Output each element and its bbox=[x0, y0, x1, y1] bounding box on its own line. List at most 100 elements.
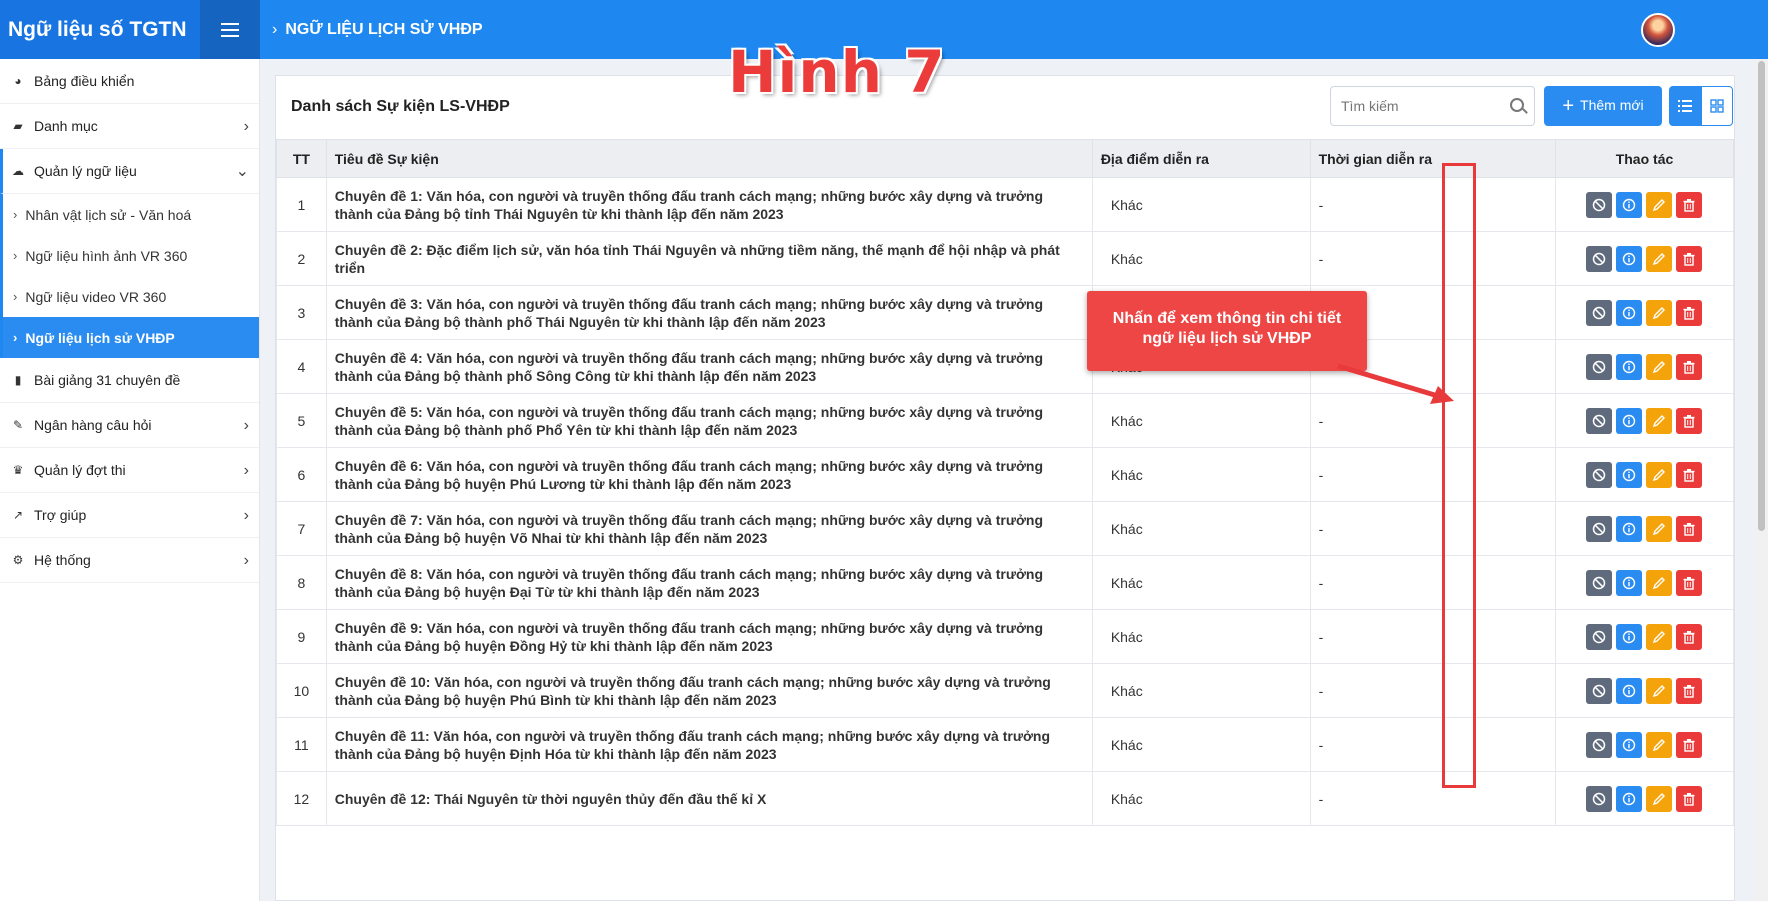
event-time: - bbox=[1309, 663, 1556, 718]
view-info-button[interactable] bbox=[1616, 353, 1643, 380]
disable-button[interactable] bbox=[1586, 407, 1613, 434]
delete-button[interactable] bbox=[1676, 731, 1703, 758]
view-info-button[interactable] bbox=[1616, 299, 1643, 326]
edit-button[interactable] bbox=[1646, 569, 1673, 596]
table-body: 1 Chuyên đề 1: Văn hóa, con người và truy… bbox=[276, 177, 1735, 826]
sidebar-subitem-label: Nhân vật lịch sử - Văn hoá bbox=[25, 206, 192, 223]
table-row[interactable]: 9 Chuyên đề 9: Văn hóa, con người và truy… bbox=[276, 609, 1735, 664]
delete-button[interactable] bbox=[1676, 461, 1703, 488]
delete-button[interactable] bbox=[1676, 299, 1703, 326]
view-info-button[interactable] bbox=[1616, 461, 1643, 488]
view-info-button[interactable] bbox=[1616, 785, 1643, 812]
sidebar-item-corpus-management[interactable]: ☁ Quản lý ngữ liệu ⌄ bbox=[0, 149, 259, 194]
app-title[interactable]: Ngữ liệu số TGTN bbox=[0, 0, 200, 59]
edit-button[interactable] bbox=[1646, 677, 1673, 704]
view-info-button[interactable] bbox=[1616, 515, 1643, 542]
sidebar-subitem-vr360-images[interactable]: › Ngữ liệu hình ảnh VR 360 bbox=[0, 235, 259, 276]
row-index: 5 bbox=[276, 393, 327, 448]
delete-button[interactable] bbox=[1676, 569, 1703, 596]
table-row[interactable]: 7 Chuyên đề 7: Văn hóa, con người và truy… bbox=[276, 501, 1735, 556]
table-row[interactable]: 5 Chuyên đề 5: Văn hóa, con người và truy… bbox=[276, 393, 1735, 448]
sidebar-item-system[interactable]: ⚙ Hệ thống › bbox=[0, 538, 259, 583]
search-icon[interactable] bbox=[1510, 98, 1524, 112]
table-row[interactable]: 6 Chuyên đề 6: Văn hóa, con người và truy… bbox=[276, 447, 1735, 502]
edit-button[interactable] bbox=[1646, 353, 1673, 380]
search-box bbox=[1330, 86, 1535, 126]
sidebar-item-dashboard[interactable]: ◕ Bảng điều khiển bbox=[0, 59, 259, 104]
disable-button[interactable] bbox=[1586, 623, 1613, 650]
view-info-button[interactable] bbox=[1616, 677, 1643, 704]
event-title: Chuyên đề 9: Văn hóa, con người và truyề… bbox=[325, 609, 1093, 664]
edit-button[interactable] bbox=[1646, 623, 1673, 650]
delete-button[interactable] bbox=[1676, 353, 1703, 380]
disable-button[interactable] bbox=[1586, 461, 1613, 488]
add-new-button[interactable]: + Thêm mới bbox=[1544, 86, 1662, 126]
sidebar-item-help[interactable]: ↗ Trợ giúp › bbox=[0, 493, 259, 538]
disable-button[interactable] bbox=[1586, 353, 1613, 380]
delete-button[interactable] bbox=[1676, 677, 1703, 704]
disable-button[interactable] bbox=[1586, 731, 1613, 758]
edit-button[interactable] bbox=[1646, 731, 1673, 758]
row-index: 2 bbox=[276, 231, 327, 286]
info-icon bbox=[1623, 630, 1636, 643]
chevron-right-icon: › bbox=[243, 118, 249, 135]
event-place: Khác bbox=[1091, 177, 1311, 232]
sidebar-item-question-bank[interactable]: ✎ Ngân hàng câu hỏi › bbox=[0, 403, 259, 448]
callout-line: ngữ liệu lịch sử VHĐP bbox=[1142, 330, 1312, 347]
list-view-button[interactable] bbox=[1669, 86, 1701, 126]
delete-button[interactable] bbox=[1676, 515, 1703, 542]
delete-button[interactable] bbox=[1676, 191, 1703, 218]
table-row[interactable]: 4 Chuyên đề 4: Văn hóa, con người và truy… bbox=[276, 339, 1735, 394]
edit-button[interactable] bbox=[1646, 245, 1673, 272]
edit-button[interactable] bbox=[1646, 785, 1673, 812]
delete-button[interactable] bbox=[1676, 785, 1703, 812]
grid-view-button[interactable] bbox=[1701, 86, 1733, 126]
search-input[interactable] bbox=[1331, 87, 1491, 125]
disable-button[interactable] bbox=[1586, 785, 1613, 812]
disable-button[interactable] bbox=[1586, 191, 1613, 218]
edit-button[interactable] bbox=[1646, 461, 1673, 488]
ban-icon bbox=[1593, 198, 1606, 211]
event-title: Chuyên đề 7: Văn hóa, con người và truyề… bbox=[325, 501, 1093, 556]
avatar[interactable] bbox=[1641, 13, 1675, 47]
table-row[interactable]: 10 Chuyên đề 10: Văn hóa, con người và tr… bbox=[276, 663, 1735, 718]
disable-button[interactable] bbox=[1586, 569, 1613, 596]
view-info-button[interactable] bbox=[1616, 191, 1643, 218]
menu-toggle-button[interactable] bbox=[200, 0, 260, 59]
table-row[interactable]: 11 Chuyên đề 11: Văn hóa, con người và tr… bbox=[276, 717, 1735, 772]
disable-button[interactable] bbox=[1586, 515, 1613, 542]
scrollbar-thumb[interactable] bbox=[1758, 61, 1765, 531]
delete-button[interactable] bbox=[1676, 623, 1703, 650]
table-row[interactable]: 2 Chuyên đề 2: Đặc điểm lịch sử, văn hóa … bbox=[276, 231, 1735, 286]
view-info-button[interactable] bbox=[1616, 731, 1643, 758]
delete-button[interactable] bbox=[1676, 245, 1703, 272]
sidebar-item-exam-management[interactable]: ♛ Quản lý đợt thi › bbox=[0, 448, 259, 493]
sidebar-subitem-historical-figures[interactable]: › Nhân vật lịch sử - Văn hoá bbox=[0, 194, 259, 235]
edit-button[interactable] bbox=[1646, 299, 1673, 326]
table-row[interactable]: 1 Chuyên đề 1: Văn hóa, con người và truy… bbox=[276, 177, 1735, 232]
trash-icon bbox=[1683, 738, 1695, 752]
view-info-button[interactable] bbox=[1616, 569, 1643, 596]
edit-button[interactable] bbox=[1646, 407, 1673, 434]
scrollbar[interactable] bbox=[1755, 59, 1768, 901]
table-row[interactable]: 8 Chuyên đề 8: Văn hóa, con người và truy… bbox=[276, 555, 1735, 610]
view-info-button[interactable] bbox=[1616, 245, 1643, 272]
delete-button[interactable] bbox=[1676, 407, 1703, 434]
sidebar-item-categories[interactable]: ▰ Danh mục › bbox=[0, 104, 259, 149]
sidebar-subitem-local-history[interactable]: › Ngữ liệu lịch sử VHĐP bbox=[0, 317, 259, 358]
edit-button[interactable] bbox=[1646, 191, 1673, 218]
breadcrumb-label: NGỮ LIỆU LỊCH SỬ VHĐP bbox=[285, 21, 483, 38]
table-row[interactable]: 12 Chuyên đề 12: Thái Nguyên từ thời nguy… bbox=[276, 771, 1735, 826]
row-index: 8 bbox=[276, 555, 327, 610]
table-row[interactable]: 3 Chuyên đề 3: Văn hóa, con người và truy… bbox=[276, 285, 1735, 340]
disable-button[interactable] bbox=[1586, 677, 1613, 704]
view-info-button[interactable] bbox=[1616, 407, 1643, 434]
disable-button[interactable] bbox=[1586, 245, 1613, 272]
view-info-button[interactable] bbox=[1616, 623, 1643, 650]
sidebar-item-lectures[interactable]: ▮ Bài giảng 31 chuyên đề bbox=[0, 358, 259, 403]
column-header-actions: Thao tác bbox=[1554, 139, 1735, 178]
grid-icon bbox=[1710, 99, 1724, 113]
edit-button[interactable] bbox=[1646, 515, 1673, 542]
disable-button[interactable] bbox=[1586, 299, 1613, 326]
sidebar-subitem-vr360-videos[interactable]: › Ngữ liệu video VR 360 bbox=[0, 276, 259, 317]
